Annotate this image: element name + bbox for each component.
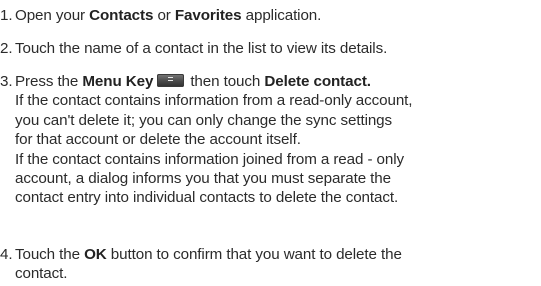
- menu-lines-glyph: [168, 77, 174, 84]
- favorites-app-name: Favorites: [174, 7, 242, 24]
- step-line: Press the Menu Key then touch Delete cont…: [15, 72, 412, 91]
- text-segment: or: [153, 7, 175, 24]
- step-note-line: account, a dialog informs you that you m…: [15, 169, 391, 187]
- step-note-line: you can't delete it; you can only change…: [15, 111, 393, 129]
- text-segment: then touch: [190, 73, 265, 90]
- step-note-line: If the contact contains information from…: [15, 92, 413, 110]
- step-line: Open your Contacts or Favorites applicat…: [15, 6, 321, 25]
- menu-key-label: Menu Key: [82, 73, 154, 90]
- step-line: Touch the OK button to confirm that you …: [15, 245, 402, 264]
- step-line: contact.: [15, 265, 68, 283]
- delete-contact-label: Delete contact.: [264, 73, 371, 90]
- menu-key-icon: [157, 74, 185, 87]
- text-segment: Open your: [15, 7, 90, 24]
- ok-button-label: OK: [84, 246, 107, 263]
- step-note-line: contact entry into individual contacts t…: [15, 189, 399, 207]
- step-number: 4.: [0, 246, 13, 263]
- text-segment: application.: [241, 7, 322, 24]
- step-text: Touch the name of a contact in the list …: [15, 39, 387, 58]
- step-text: Open your Contacts or Favorites applicat…: [15, 6, 321, 25]
- step-note-line: for that account or delete the account i…: [15, 131, 301, 149]
- step-line: Touch the name of a contact in the list …: [15, 40, 388, 57]
- text-segment: button to confirm that you want to delet…: [106, 246, 402, 263]
- contacts-app-name: Contacts: [89, 7, 154, 24]
- text-segment: Press the: [15, 73, 83, 90]
- step-number: 2.: [0, 40, 13, 57]
- step-text: Press the Menu Key then touch Delete cont…: [15, 72, 413, 208]
- step-note-line: If the contact contains information join…: [15, 150, 404, 168]
- step-number: 3.: [0, 73, 13, 90]
- step-number: 1.: [0, 7, 13, 24]
- text-segment: Touch the: [15, 246, 85, 263]
- step-text: Touch the OK button to confirm that you …: [15, 245, 402, 284]
